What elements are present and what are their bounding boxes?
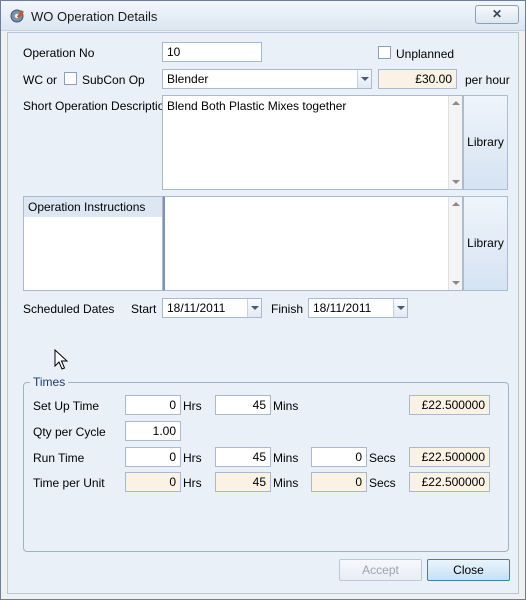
dialog-body: Operation No 10 Unplanned WC or SubCon O… bbox=[7, 32, 519, 594]
run-hrs-unit: Hrs bbox=[183, 451, 202, 465]
instructions-library-button[interactable]: Library bbox=[463, 196, 508, 291]
per-unit-secs-field: 0 bbox=[311, 472, 367, 492]
setup-hrs-unit: Hrs bbox=[183, 399, 202, 413]
short-description-textarea[interactable]: Blend Both Plastic Mixes together bbox=[162, 95, 463, 190]
close-button[interactable]: Close bbox=[427, 559, 510, 581]
run-mins-input[interactable]: 45 bbox=[215, 447, 271, 467]
setup-cost-field: £22.500000 bbox=[409, 395, 490, 415]
start-label: Start bbox=[131, 302, 157, 316]
setup-mins-unit: Mins bbox=[273, 399, 299, 413]
run-time-label: Run Time bbox=[33, 451, 85, 465]
instructions-scrollbar[interactable] bbox=[448, 197, 462, 290]
run-secs-unit: Secs bbox=[369, 451, 396, 465]
per-unit-secs-unit: Secs bbox=[369, 476, 396, 490]
scheduled-dates-label: Scheduled Dates bbox=[23, 302, 115, 316]
chevron-down-icon[interactable] bbox=[393, 299, 407, 317]
per-unit-mins-field: 45 bbox=[215, 472, 271, 492]
chevron-down-icon[interactable] bbox=[247, 299, 261, 317]
instructions-list-item[interactable]: Operation Instructions bbox=[24, 197, 162, 217]
start-date-picker[interactable]: 18/11/2011 bbox=[162, 298, 262, 318]
chevron-down-icon[interactable] bbox=[357, 70, 371, 88]
instructions-list[interactable]: Operation Instructions bbox=[23, 196, 163, 291]
finish-date-picker[interactable]: 18/11/2011 bbox=[308, 298, 408, 318]
per-hour-label: per hour bbox=[465, 73, 510, 87]
mouse-pointer-icon bbox=[54, 349, 68, 370]
short-description-value: Blend Both Plastic Mixes together bbox=[167, 99, 347, 113]
times-group-legend: Times bbox=[30, 375, 69, 389]
window-title: WO Operation Details bbox=[31, 9, 158, 24]
run-secs-input[interactable]: 0 bbox=[311, 447, 367, 467]
rate-field: £30.00 bbox=[378, 69, 457, 89]
workcentre-combo[interactable]: Blender bbox=[162, 69, 372, 89]
workcentre-value: Blender bbox=[167, 72, 209, 86]
operation-no-input[interactable]: 10 bbox=[162, 42, 262, 62]
time-per-unit-label: Time per Unit bbox=[33, 476, 105, 490]
accept-button[interactable]: Accept bbox=[339, 559, 422, 581]
instructions-textarea[interactable] bbox=[163, 196, 463, 291]
per-unit-mins-unit: Mins bbox=[273, 476, 299, 490]
setup-mins-input[interactable]: 45 bbox=[215, 395, 271, 415]
window-close-button[interactable]: ✕ bbox=[475, 5, 519, 24]
per-unit-cost-field: £22.500000 bbox=[409, 472, 490, 492]
unplanned-label: Unplanned bbox=[396, 47, 455, 61]
unplanned-checkbox[interactable] bbox=[378, 46, 391, 59]
subcon-checkbox[interactable] bbox=[64, 72, 77, 85]
short-description-label: Short Operation Description bbox=[23, 99, 172, 113]
wo-operation-details-dialog: WO Operation Details ✕ Operation No 10 U… bbox=[0, 0, 526, 600]
close-icon: ✕ bbox=[491, 7, 503, 21]
start-date-value: 18/11/2011 bbox=[167, 301, 226, 315]
setup-time-label: Set Up Time bbox=[33, 399, 100, 413]
short-description-scrollbar[interactable] bbox=[448, 96, 462, 189]
run-mins-unit: Mins bbox=[273, 451, 299, 465]
app-icon bbox=[10, 9, 24, 23]
qty-per-cycle-label: Qty per Cycle bbox=[33, 425, 106, 439]
per-unit-hrs-field: 0 bbox=[125, 472, 181, 492]
operation-no-label: Operation No bbox=[23, 46, 95, 60]
title-bar[interactable]: WO Operation Details ✕ bbox=[1, 1, 525, 31]
wc-label: WC or bbox=[23, 73, 57, 87]
run-hrs-input[interactable]: 0 bbox=[125, 447, 181, 467]
per-unit-hrs-unit: Hrs bbox=[183, 476, 202, 490]
setup-hrs-input[interactable]: 0 bbox=[125, 395, 181, 415]
run-cost-field: £22.500000 bbox=[409, 447, 490, 467]
qty-per-cycle-input[interactable]: 1.00 bbox=[125, 421, 181, 441]
finish-label: Finish bbox=[271, 302, 304, 316]
finish-date-value: 18/11/2011 bbox=[313, 301, 372, 315]
short-description-library-button[interactable]: Library bbox=[463, 95, 508, 190]
subcon-label: SubCon Op bbox=[82, 73, 145, 87]
